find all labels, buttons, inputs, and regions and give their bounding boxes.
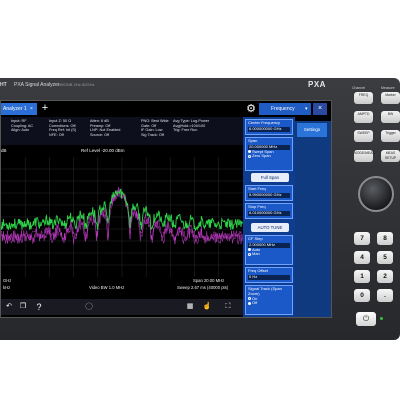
start-freq-softkey[interactable]: Start Freq 5.990000000 GHz (245, 185, 293, 201)
copy-icon[interactable]: ❐ (17, 301, 29, 313)
undo-icon[interactable]: ↶ (3, 301, 15, 313)
power-led (380, 317, 383, 320)
span-softkey[interactable]: Span 20.000000 MHz Swept Span Zero Span (245, 137, 293, 171)
stop-freq-softkey[interactable]: Stop Freq 6.010000000 GHz (245, 203, 293, 219)
mode-meas-key[interactable]: MODE/MEAS (354, 150, 375, 162)
footer-sweep: Sweep 2.67 ms (40000 pts) (177, 285, 229, 290)
touch-icon[interactable]: ☝ (201, 301, 213, 313)
help-icon[interactable]: ? (33, 301, 45, 313)
measurement-info-panel: Input: RF Coupling: AC Align: Auto Input Z… (1, 117, 243, 145)
zero-span-radio[interactable] (248, 154, 251, 158)
tab-close-icon[interactable]: × (30, 106, 33, 112)
measure-label: Measure (381, 86, 395, 90)
info-col-corrections: Input Z: 50 Ω Corrections: Off Freq Ref: I… (49, 119, 77, 137)
cf-man-radio[interactable] (248, 252, 251, 256)
signal-track-on-radio[interactable] (248, 297, 251, 301)
channel-label: Channel (352, 86, 366, 90)
auto-tune-button[interactable]: AUTO TUNE (251, 223, 289, 232)
spectrum-trace-svg (1, 157, 244, 277)
window-layout-icon[interactable]: ▦ (183, 301, 197, 313)
key-8[interactable]: 8 (377, 232, 393, 245)
menu-close-button[interactable]: × (313, 103, 327, 115)
info-col-pno: PNO: Best Wide Gate: Off IF Gain: Low Sig T… (141, 119, 169, 137)
key-7[interactable]: 7 (354, 232, 370, 245)
swept-span-radio[interactable] (248, 150, 251, 154)
signal-track-off-radio[interactable] (248, 301, 251, 305)
chevron-down-icon[interactable]: ▾ (305, 103, 308, 115)
center-frequency-softkey[interactable]: Center Frequency 6.000000000 GHz (245, 119, 293, 135)
sweep-key[interactable]: SWEEP (354, 130, 373, 142)
info-col-input: Input: RF Coupling: AC Align: Auto (11, 119, 34, 133)
tab-settings[interactable]: Settings (297, 123, 327, 137)
power-button[interactable]: ⏻ (356, 312, 376, 326)
rotary-knob[interactable] (358, 176, 394, 212)
spectrum-plot[interactable] (1, 157, 244, 277)
plot-footer: GHz kHz Video BW 1.0 MHz Span 20.00 MHz … (1, 277, 243, 295)
key-2[interactable]: 2 (377, 270, 393, 283)
meas-setup-key[interactable]: MEAS SETUP (381, 150, 400, 162)
model-name: PXA Signal Analyzer (14, 82, 60, 88)
bw-key[interactable]: BW (381, 111, 400, 123)
key-0[interactable]: 0 (354, 289, 370, 302)
cf-auto-radio[interactable] (248, 248, 251, 252)
trigger-key[interactable]: Trigger (381, 130, 400, 142)
analyzer-screen: Analyzer 1 × + ⚙ Frequency ▾ × Input: RF… (0, 100, 332, 318)
cf-step-softkey[interactable]: CF Step 2.000000 MHz Auto Man (245, 235, 293, 265)
footer-center-unit: GHz (3, 278, 12, 283)
tab-analyzer-1[interactable]: Analyzer 1 × (1, 103, 37, 115)
marker-key[interactable]: Marker (381, 92, 400, 104)
brand-logo: HT (0, 82, 7, 88)
gear-icon[interactable]: ⚙ (245, 103, 257, 115)
status-indicator-icon: ◯ (85, 303, 93, 310)
side-tab-strip (295, 121, 331, 317)
model-code: N9030B 2Hz-50GHz (58, 82, 95, 87)
footer-span: Span 20.00 MHz (193, 278, 225, 283)
key-1[interactable]: 1 (354, 270, 370, 283)
scale-unit: dB (1, 148, 7, 153)
footer-rbw-unit: kHz (3, 285, 11, 290)
key-5[interactable]: 5 (377, 251, 393, 264)
add-tab-icon[interactable]: + (39, 102, 51, 114)
signal-track-softkey[interactable]: Signal Track (Span Zoom) On Off (245, 285, 293, 315)
freq-offset-softkey[interactable]: Freq Offset 0 Hz (245, 267, 293, 283)
ref-level-label: Ref Level -20.00 dBm (81, 148, 125, 153)
fullscreen-icon[interactable]: ⛶ (221, 301, 235, 313)
key-decimal[interactable]: . (377, 289, 393, 302)
pxa-badge: PXA (308, 80, 326, 89)
info-col-avg: Avg Type: Log-Power Avg|Hold:>100/100 Trig… (173, 119, 210, 133)
amptd-key[interactable]: AMPTD (354, 111, 373, 123)
info-col-atten: Atten: 6 dB Preamp: Off LNP: Not Enabled So… (90, 119, 121, 137)
menu-frequency-header[interactable]: Frequency (259, 103, 311, 115)
freq-key[interactable]: FREQ (354, 92, 373, 104)
footer-video-bw: Video BW 1.0 MHz (89, 285, 125, 290)
key-4[interactable]: 4 (354, 251, 370, 264)
full-span-button[interactable]: Full Span (251, 173, 289, 182)
